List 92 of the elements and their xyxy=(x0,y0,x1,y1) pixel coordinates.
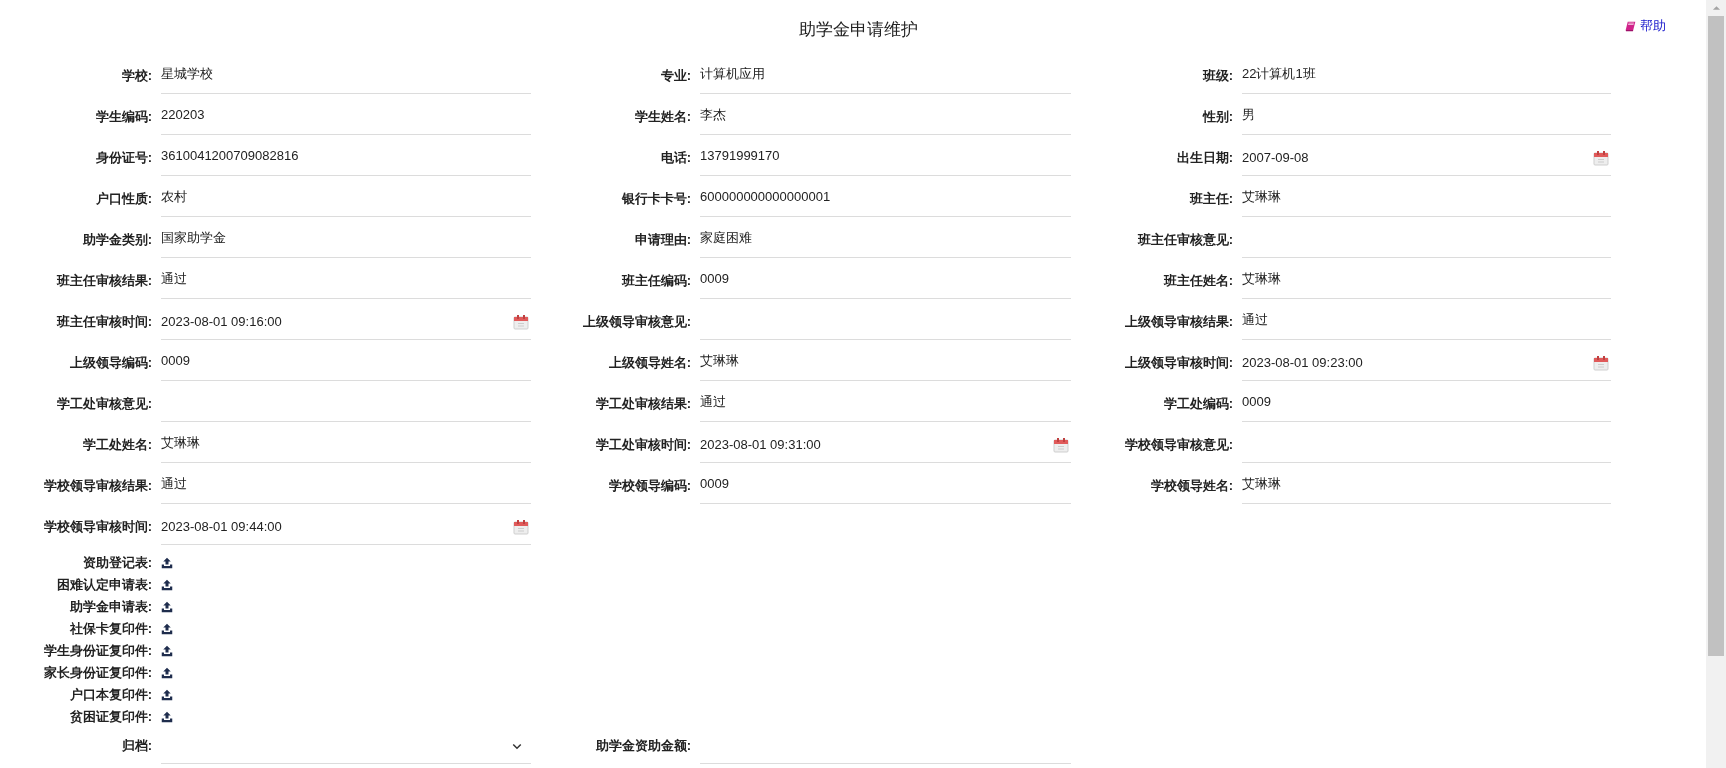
attachment-label: 贫困证复印件: xyxy=(68,708,152,726)
field-label: 班主任审核意见: xyxy=(1136,230,1233,249)
field-label: 专业: xyxy=(659,66,691,85)
field-label: 班级: xyxy=(1201,66,1233,85)
field-label: 班主任审核结果: xyxy=(55,271,152,290)
help-link[interactable]: 帮助 xyxy=(1625,17,1666,35)
field-label: 上级领导审核意见: xyxy=(581,312,691,331)
input-field[interactable]: 男 xyxy=(1242,99,1611,135)
input-field[interactable]: 星城学校 xyxy=(161,58,531,94)
upload-icon[interactable] xyxy=(161,601,173,613)
field-label: 申请理由: xyxy=(633,230,691,249)
input-field[interactable]: 李杰 xyxy=(700,99,1071,135)
book-icon[interactable] xyxy=(1625,20,1636,32)
field-label: 学校领导审核结果: xyxy=(42,476,152,495)
upload-icon[interactable] xyxy=(161,557,173,569)
input-field[interactable]: 220203 xyxy=(161,99,531,135)
attachment-label: 学生身份证复印件: xyxy=(42,642,152,660)
input-field[interactable]: 艾琳琳 xyxy=(1242,263,1611,299)
calendar-icon[interactable] xyxy=(1593,149,1609,166)
upload-icon[interactable] xyxy=(161,711,173,723)
field-label: 上级领导审核时间: xyxy=(1123,353,1233,372)
date-field[interactable]: 2023-08-01 09:44:00 xyxy=(161,509,531,545)
field-label: 户口性质: xyxy=(94,189,152,208)
calendar-icon[interactable] xyxy=(513,518,529,535)
field-label: 上级领导姓名: xyxy=(607,353,691,372)
input-field[interactable]: 22计算机1班 xyxy=(1242,58,1611,94)
scrollbar[interactable] xyxy=(1706,0,1726,768)
input-field[interactable]: 艾琳琳 xyxy=(700,345,1071,381)
field-label: 出生日期: xyxy=(1175,148,1233,167)
field-label: 学工处审核结果: xyxy=(594,394,691,413)
field-label: 班主任编码: xyxy=(620,271,691,290)
input-field[interactable]: 13791999170 xyxy=(700,140,1071,176)
field-label: 助学金类别: xyxy=(81,230,152,249)
input-field[interactable]: 艾琳琳 xyxy=(1242,468,1611,504)
input-field[interactable]: 艾琳琳 xyxy=(161,427,531,463)
upload-icon[interactable] xyxy=(161,689,173,701)
input-field[interactable]: 0009 xyxy=(700,263,1071,299)
field-label: 学工处审核意见: xyxy=(55,394,152,413)
calendar-icon[interactable] xyxy=(1053,436,1069,453)
field-label: 身份证号: xyxy=(94,148,152,167)
field-label: 性别: xyxy=(1201,107,1233,126)
field-label: 学工处审核时间: xyxy=(594,435,691,454)
input-field[interactable]: 艾琳琳 xyxy=(1242,181,1611,217)
input-field[interactable]: 通过 xyxy=(161,468,531,504)
input-field[interactable]: 通过 xyxy=(1242,304,1611,340)
date-field[interactable]: 2023-08-01 09:23:00 xyxy=(1242,345,1611,381)
input-field[interactable]: 计算机应用 xyxy=(700,58,1071,94)
upload-icon[interactable] xyxy=(161,623,173,635)
field-label: 学工处编码: xyxy=(1162,394,1233,413)
attachment-label: 家长身份证复印件: xyxy=(42,664,152,682)
input-field[interactable]: 3610041200709082816 xyxy=(161,140,531,176)
calendar-icon[interactable] xyxy=(1593,354,1609,371)
input-field[interactable]: 0009 xyxy=(700,468,1071,504)
input-field[interactable]: 600000000000000001 xyxy=(700,181,1071,217)
input-field[interactable]: 国家助学金 xyxy=(161,222,531,258)
field-label: 学生编码: xyxy=(94,107,152,126)
date-field[interactable]: 2007-09-08 xyxy=(1242,140,1611,176)
attachment-label: 资助登记表: xyxy=(81,554,152,572)
input-field[interactable]: 0009 xyxy=(161,345,531,381)
field-label: 学工处姓名: xyxy=(81,435,152,454)
upload-icon[interactable] xyxy=(161,579,173,591)
field-label: 班主任姓名: xyxy=(1162,271,1233,290)
page-title: 助学金申请维护 xyxy=(798,18,918,41)
calendar-icon[interactable] xyxy=(513,313,529,330)
field-label: 学校领导审核时间: xyxy=(42,517,152,536)
field-label: 上级领导审核结果: xyxy=(1123,312,1233,331)
attachment-label: 助学金申请表: xyxy=(68,598,152,616)
attachment-label: 困难认定申请表: xyxy=(55,576,152,594)
input-field[interactable]: 农村 xyxy=(161,181,531,217)
field-label: 学校: xyxy=(120,66,152,85)
scrollbar-thumb[interactable] xyxy=(1708,16,1724,656)
upload-icon[interactable] xyxy=(161,667,173,679)
field-label: 上级领导编码: xyxy=(68,353,152,372)
field-label: 学校领导审核意见: xyxy=(1123,435,1233,454)
field-label: 学校领导编码: xyxy=(607,476,691,495)
date-field[interactable]: 2023-08-01 09:31:00 xyxy=(700,427,1071,463)
field-label: 银行卡卡号: xyxy=(620,189,691,208)
field-label: 学生姓名: xyxy=(633,107,691,126)
field-label: 助学金资助金额: xyxy=(594,736,691,755)
upload-icon[interactable] xyxy=(161,645,173,657)
input-field[interactable]: 家庭困难 xyxy=(700,222,1071,258)
attachment-label: 户口本复印件: xyxy=(68,686,152,704)
field-label: 归档: xyxy=(120,736,152,755)
field-label: 电话: xyxy=(659,148,691,167)
input-field[interactable]: 通过 xyxy=(161,263,531,299)
date-field[interactable]: 2023-08-01 09:16:00 xyxy=(161,304,531,340)
attachment-label: 社保卡复印件: xyxy=(68,620,152,638)
field-label: 班主任: xyxy=(1188,189,1233,208)
input-field[interactable]: 0009 xyxy=(1242,386,1611,422)
field-label: 班主任审核时间: xyxy=(55,312,152,331)
field-label: 学校领导姓名: xyxy=(1149,476,1233,495)
input-field[interactable]: 通过 xyxy=(700,386,1071,422)
